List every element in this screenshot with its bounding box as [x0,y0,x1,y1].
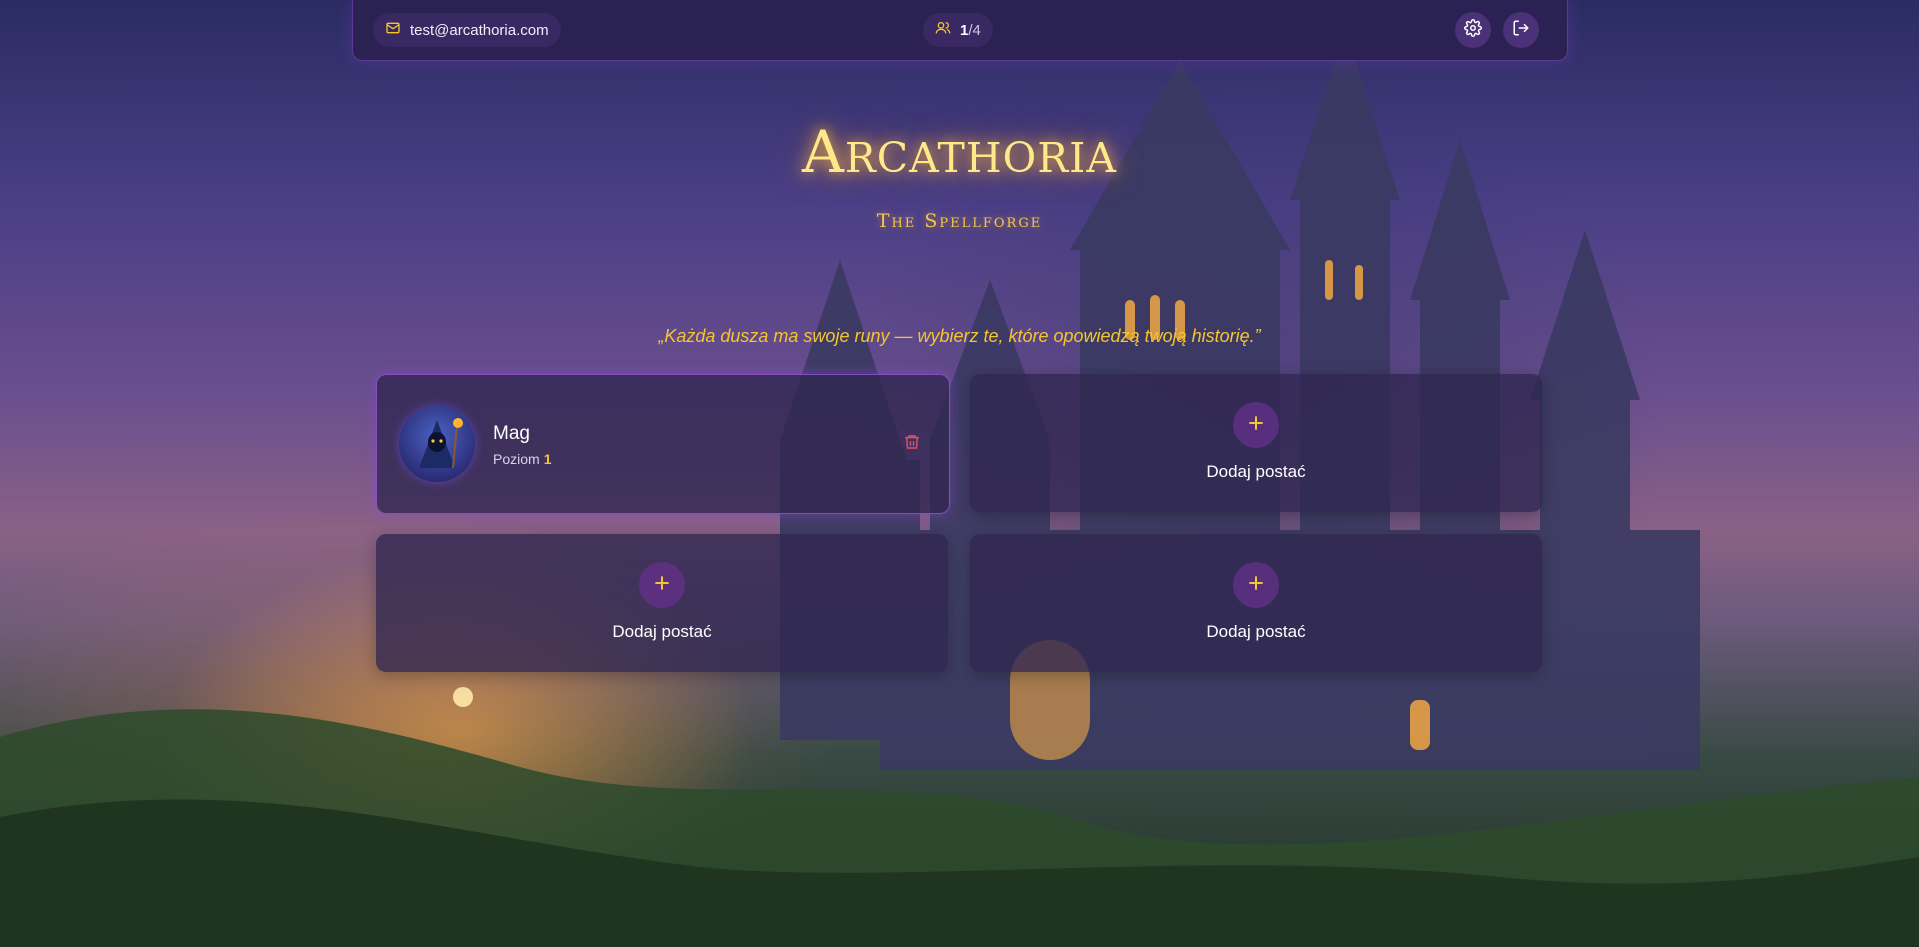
add-character-button[interactable] [1233,402,1279,448]
user-email: test@arcathoria.com [410,21,549,39]
mail-icon [385,20,401,40]
top-bar: test@arcathoria.com 1/4 [352,0,1568,61]
character-count: 1/4 [960,21,981,39]
character-name: Mag [493,423,530,444]
empty-slot-card[interactable]: Dodaj postać [376,534,948,672]
logout-icon [1512,19,1530,42]
empty-slot-card[interactable]: Dodaj postać [970,534,1542,672]
game-logo-title: Arcathoria [802,118,1117,186]
gear-icon [1464,18,1482,42]
user-email-badge: test@arcathoria.com [373,13,561,47]
plus-icon [652,573,672,598]
character-avatar [399,406,475,482]
character-level: Poziom 1 [493,451,552,467]
intro-quote: „Każda dusza ma swoje runy — wybierz te,… [658,326,1261,346]
add-character-label: Dodaj postać [612,622,712,641]
logout-button[interactable] [1503,12,1539,48]
plus-icon [1246,413,1266,438]
trash-icon [903,433,921,456]
add-character-label: Dodaj postać [1206,462,1306,481]
plus-icon [1246,573,1266,598]
delete-character-button[interactable] [900,432,924,456]
add-character-button[interactable] [1233,562,1279,608]
users-icon [935,20,951,40]
hills-illustration [0,687,1919,947]
character-slot-card[interactable]: Mag Poziom 1 [376,374,950,514]
add-character-button[interactable] [639,562,685,608]
empty-slot-card[interactable]: Dodaj postać [970,374,1542,512]
game-subtitle: The Spellforge [876,210,1043,232]
add-character-label: Dodaj postać [1206,622,1306,641]
character-count-badge: 1/4 [923,13,993,47]
settings-button[interactable] [1455,12,1491,48]
